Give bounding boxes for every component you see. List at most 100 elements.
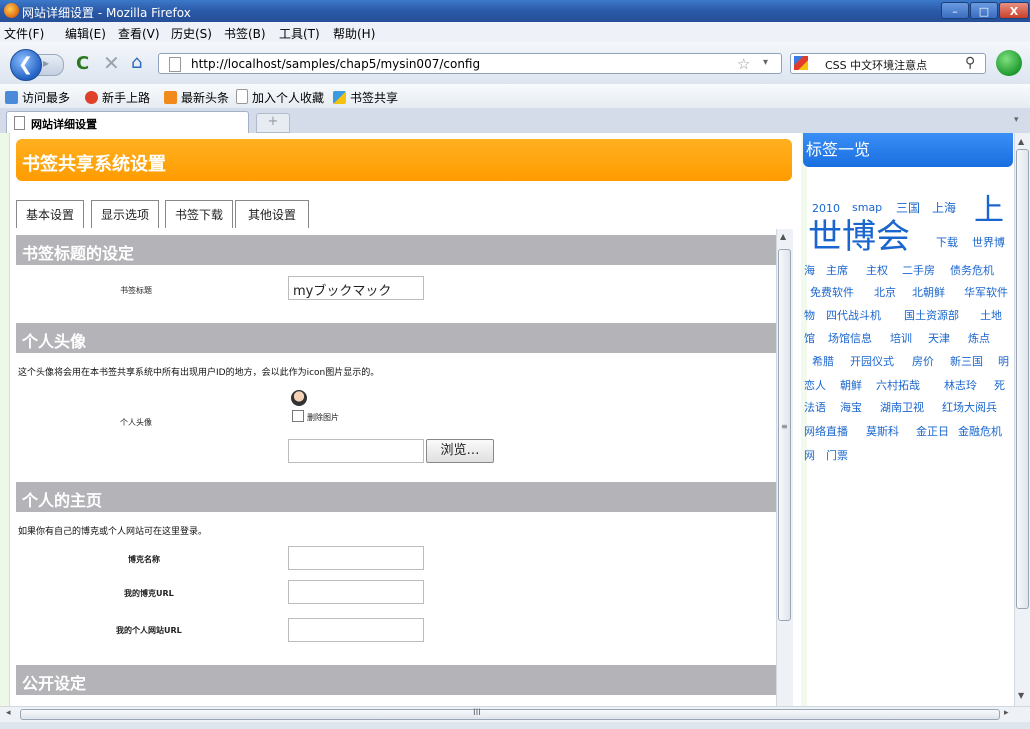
tag-item[interactable]: 红场大阅兵 [942,399,997,415]
tag-item[interactable]: 死 [994,377,1005,393]
bookmark-add-favorites[interactable]: 加入个人收藏 [236,89,324,106]
bookmark-star-icon[interactable]: ☆ [737,55,750,73]
sidebar-scroll-thumb[interactable] [1016,149,1029,609]
search-engine-icon[interactable] [794,56,808,70]
tag-item[interactable]: 华军软件 [964,284,1008,300]
tag-item[interactable]: 上海 [932,199,956,216]
menu-file[interactable]: 文件(F) [4,25,44,42]
tag-item[interactable]: 馆 [804,330,815,346]
tag-item[interactable]: 房价 [912,353,934,369]
tag-item[interactable]: 四代战斗机 [826,307,881,323]
sidebar-header: 标签一览 [803,133,1013,167]
blog-name-input[interactable] [288,546,424,570]
tag-item[interactable]: 世博会 [808,209,910,258]
menu-help[interactable]: 帮助(H) [333,25,375,42]
tab-basic-settings[interactable]: 基本设置 [16,200,84,228]
maximize-button[interactable]: □ [970,2,998,19]
menu-edit[interactable]: 编辑(E) [65,25,106,42]
menu-tools[interactable]: 工具(T) [279,25,320,42]
panel-scrollbar[interactable]: ▲ ≡ [776,229,793,706]
addon-icon[interactable] [996,50,1022,76]
tag-item[interactable]: 海 [804,262,815,278]
site-url-input[interactable] [288,618,424,642]
tag-item[interactable]: 主权 [866,262,888,278]
close-button[interactable]: X [999,2,1029,19]
menu-bookmarks[interactable]: 书签(B) [224,25,266,42]
tag-item[interactable]: 世界博 [972,234,1005,250]
search-icon[interactable]: ⚲ [965,55,975,71]
menu-history[interactable]: 历史(S) [171,25,212,42]
tag-item[interactable]: 二手房 [902,262,935,278]
reload-icon[interactable]: C [76,53,89,74]
horizontal-scrollbar[interactable]: ◂ III ▸ [0,706,1030,723]
tag-item[interactable]: 债务危机 [950,262,994,278]
new-tab-button[interactable]: + [256,113,290,133]
getting-started-icon [85,91,98,104]
scroll-up-icon[interactable]: ▲ [780,232,786,241]
stop-icon[interactable]: ✕ [103,51,120,75]
scroll-up-icon[interactable]: ▲ [1018,137,1024,146]
minimize-button[interactable]: – [941,2,969,19]
tag-item[interactable]: 林志玲 [944,377,977,393]
tag-item[interactable]: 网 [804,447,815,463]
tag-item[interactable]: 场馆信息 [828,330,872,346]
panel-scroll-thumb[interactable]: ≡ [778,249,791,621]
tag-item[interactable]: 金正日 [916,423,949,439]
scroll-left-icon[interactable]: ◂ [6,708,11,718]
search-input[interactable]: CSS 中文环境注意点 [825,57,927,73]
blog-url-input[interactable] [288,580,424,604]
search-bar[interactable]: CSS 中文环境注意点 ⚲ [790,53,986,74]
browse-button[interactable]: 浏览… [426,439,494,463]
tab-site-settings[interactable]: 网站详细设置 [6,111,249,133]
tag-item[interactable]: 北京 [874,284,896,300]
tag-item[interactable]: 朝鲜 [840,377,862,393]
tag-item[interactable]: 北朝鲜 [912,284,945,300]
window-title-bar[interactable]: 网站详细设置 - Mozilla Firefox – □ X [0,0,1030,22]
tag-item[interactable]: 土地 [980,307,1002,323]
tag-item[interactable]: 下载 [936,234,958,250]
back-button[interactable]: ❮ [10,49,42,81]
tab-list-icon[interactable]: ▾ [1014,115,1019,125]
avatar-file-input[interactable] [288,439,424,463]
tag-item[interactable]: 新三国 [950,353,983,369]
url-bar[interactable]: http://localhost/samples/chap5/mysin007/… [158,53,782,74]
tag-item[interactable]: 炼点 [968,330,990,346]
tag-item[interactable]: 海宝 [840,399,862,415]
home-icon[interactable]: ⌂ [131,52,142,73]
scroll-right-icon[interactable]: ▸ [1004,708,1009,718]
sidebar-scrollbar[interactable]: ▲ ▼ [1014,133,1030,706]
tag-item[interactable]: 六村拓哉 [876,377,920,393]
tag-item[interactable]: 恋人 [804,377,826,393]
horizontal-scroll-thumb[interactable]: III [20,708,1000,720]
sidebar-title: 标签一览 [806,140,871,159]
bookmark-share[interactable]: 书签共享 [333,89,398,106]
tag-item[interactable]: 湖南卫视 [880,399,924,415]
tag-item[interactable]: 法语 [804,399,826,415]
bookmark-latest-headlines[interactable]: 最新头条 [164,89,229,106]
tag-item[interactable]: 物 [804,307,815,323]
tag-item[interactable]: 金融危机 [958,423,1002,439]
url-dropdown-icon[interactable]: ▾ [763,57,768,68]
tag-item[interactable]: 上 [974,185,1004,229]
tab-display-options[interactable]: 显示选项 [91,200,159,228]
tag-item[interactable]: 开园仪式 [850,353,894,369]
tab-other-settings[interactable]: 其他设置 [235,200,309,228]
tab-bookmark-download[interactable]: 书签下载 [165,200,233,228]
bookmark-title-input[interactable]: myブックマック [288,276,424,300]
tag-item[interactable]: 明 [998,353,1009,369]
scroll-down-icon[interactable]: ▼ [1018,691,1024,700]
tag-item[interactable]: 免费软件 [810,284,854,300]
tag-item[interactable]: 天津 [928,330,950,346]
page-header: 书签共享系统设置 [16,139,792,181]
tag-item[interactable]: 门票 [826,447,848,463]
tag-item[interactable]: 国土资源部 [904,307,959,323]
delete-image-checkbox[interactable] [292,410,304,422]
menu-view[interactable]: 查看(V) [118,25,160,42]
tag-item[interactable]: 希腊 [812,353,834,369]
tag-item[interactable]: 培训 [890,330,912,346]
bookmark-getting-started[interactable]: 新手上路 [85,89,150,106]
tag-item[interactable]: 网络直播 [804,423,848,439]
tag-item[interactable]: 主席 [826,262,848,278]
tag-item[interactable]: 莫斯科 [866,423,899,439]
bookmark-most-visited[interactable]: 访问最多 [5,89,70,106]
